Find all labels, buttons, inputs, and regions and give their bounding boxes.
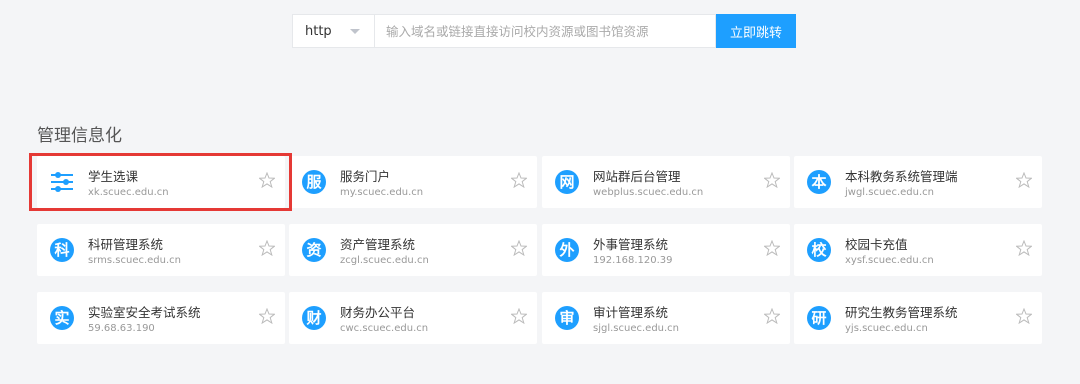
app-card[interactable]: 外 外事管理系统 192.168.120.39 xyxy=(542,224,790,276)
app-domain: 59.68.63.190 xyxy=(88,323,155,334)
app-name: 网站群后台管理 xyxy=(593,169,681,184)
app-name: 外事管理系统 xyxy=(593,237,669,252)
section-title: 管理信息化 xyxy=(37,126,122,146)
app-card[interactable]: 研 研究生教务管理系统 yjs.scuec.edu.cn xyxy=(794,292,1042,344)
jump-button[interactable]: 立即跳转 xyxy=(716,14,796,48)
asset-icon: 资 xyxy=(302,238,326,262)
star-icon[interactable] xyxy=(764,172,780,188)
app-domain: xk.scuec.edu.cn xyxy=(88,187,169,198)
finance-icon: 财 xyxy=(302,306,326,330)
star-icon[interactable] xyxy=(259,172,275,188)
audit-icon: 审 xyxy=(555,306,579,330)
app-card[interactable]: 学生选课 xk.scuec.edu.cn xyxy=(37,156,285,208)
star-icon[interactable] xyxy=(259,240,275,256)
app-name: 研究生教务管理系统 xyxy=(845,305,958,320)
app-domain: my.scuec.edu.cn xyxy=(340,187,424,198)
app-domain: cwc.scuec.edu.cn xyxy=(340,323,429,334)
app-domain: jwgl.scuec.edu.cn xyxy=(845,187,934,198)
campus-card-icon: 校 xyxy=(807,238,831,262)
search-bar: http 立即跳转 xyxy=(292,14,796,48)
app-card[interactable]: 本 本科教务系统管理端 jwgl.scuec.edu.cn xyxy=(794,156,1042,208)
app-domain: sjgl.scuec.edu.cn xyxy=(593,323,680,334)
app-domain: zcgl.scuec.edu.cn xyxy=(340,255,429,266)
app-card[interactable]: 财 财务办公平台 cwc.scuec.edu.cn xyxy=(289,292,537,344)
star-icon[interactable] xyxy=(1016,240,1032,256)
app-name: 本科教务系统管理端 xyxy=(845,169,958,184)
app-card[interactable]: 审 审计管理系统 sjgl.scuec.edu.cn xyxy=(542,292,790,344)
app-card[interactable]: 服 服务门户 my.scuec.edu.cn xyxy=(289,156,537,208)
app-domain: srms.scuec.edu.cn xyxy=(88,255,182,266)
app-name: 学生选课 xyxy=(88,169,139,184)
sliders-icon xyxy=(50,170,74,194)
app-card[interactable]: 科 科研管理系统 srms.scuec.edu.cn xyxy=(37,224,285,276)
app-domain: yjs.scuec.edu.cn xyxy=(845,323,928,334)
app-card[interactable]: 校 校园卡充值 xysf.scuec.edu.cn xyxy=(794,224,1042,276)
app-name: 资产管理系统 xyxy=(340,237,416,252)
chevron-down-icon xyxy=(350,29,360,34)
graduate-icon: 研 xyxy=(807,306,831,330)
star-icon[interactable] xyxy=(511,240,527,256)
app-name: 财务办公平台 xyxy=(340,305,416,320)
service-icon: 服 xyxy=(302,170,326,194)
foreign-icon: 外 xyxy=(555,238,579,262)
protocol-value: http xyxy=(305,23,332,39)
app-card[interactable]: 实 实验室安全考试系统 59.68.63.190 xyxy=(37,292,285,344)
app-card[interactable]: 资 资产管理系统 zcgl.scuec.edu.cn xyxy=(289,224,537,276)
app-name: 科研管理系统 xyxy=(88,237,164,252)
star-icon[interactable] xyxy=(259,308,275,324)
app-domain: webplus.scuec.edu.cn xyxy=(593,187,704,198)
app-name: 实验室安全考试系统 xyxy=(88,305,201,320)
star-icon[interactable] xyxy=(764,308,780,324)
network-icon: 网 xyxy=(555,170,579,194)
app-name: 服务门户 xyxy=(340,169,391,184)
url-input[interactable] xyxy=(374,14,716,48)
star-icon[interactable] xyxy=(511,308,527,324)
star-icon[interactable] xyxy=(1016,172,1032,188)
app-name: 校园卡充值 xyxy=(845,237,908,252)
star-icon[interactable] xyxy=(511,172,527,188)
protocol-select[interactable]: http xyxy=(292,14,374,48)
app-name: 审计管理系统 xyxy=(593,305,669,320)
undergrad-icon: 本 xyxy=(807,170,831,194)
star-icon[interactable] xyxy=(764,240,780,256)
app-domain: 192.168.120.39 xyxy=(593,255,673,266)
research-icon: 科 xyxy=(50,238,74,262)
app-card[interactable]: 网 网站群后台管理 webplus.scuec.edu.cn xyxy=(542,156,790,208)
app-domain: xysf.scuec.edu.cn xyxy=(845,255,934,266)
star-icon[interactable] xyxy=(1016,308,1032,324)
lab-icon: 实 xyxy=(50,306,74,330)
